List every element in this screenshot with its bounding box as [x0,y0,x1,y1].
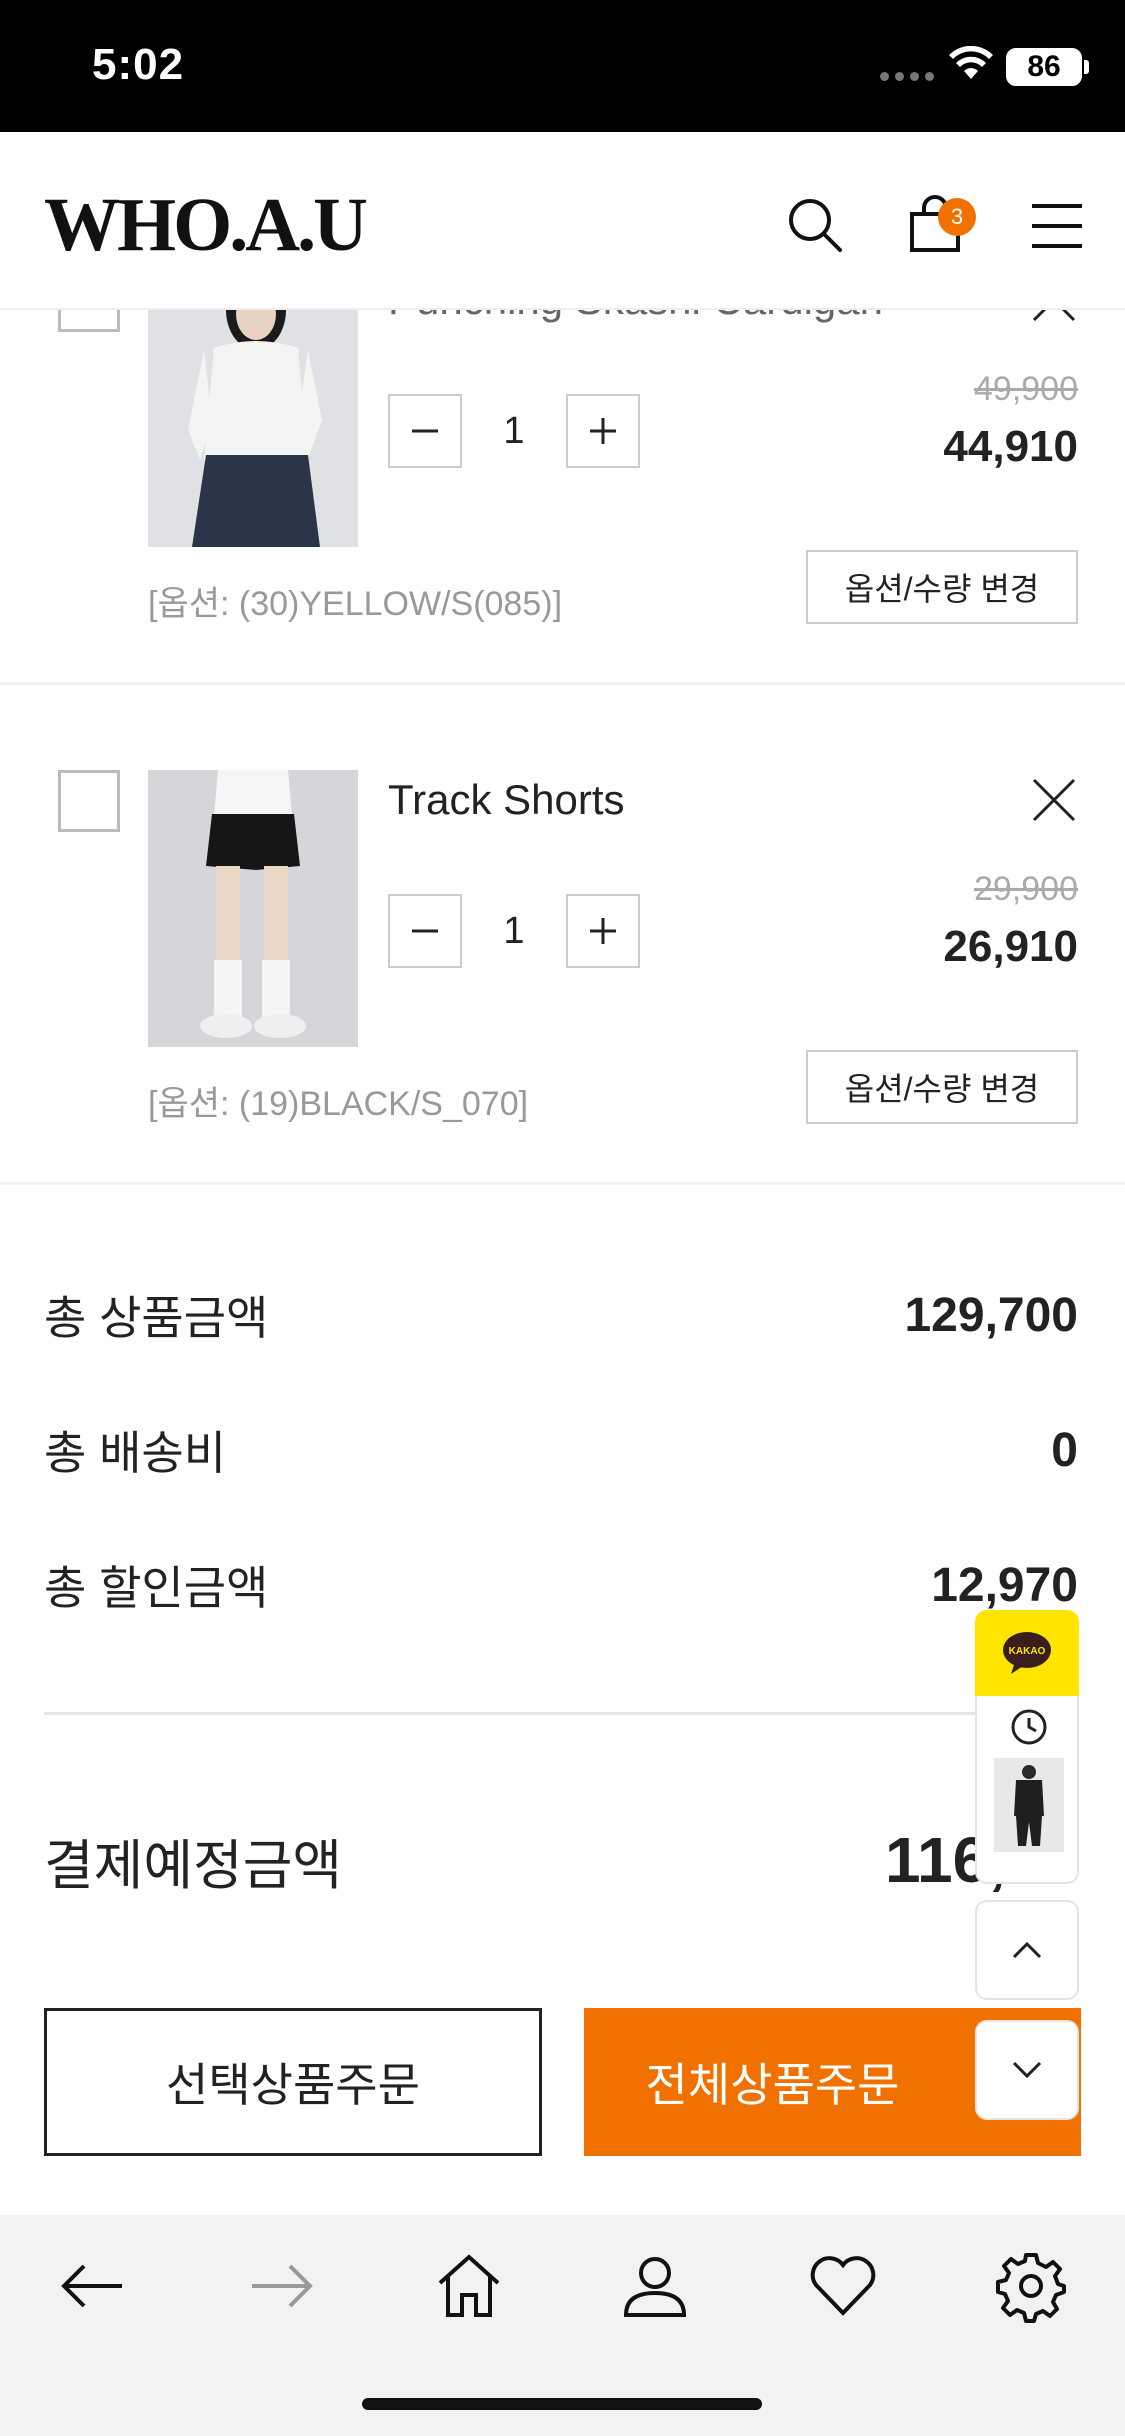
forward-arrow-icon[interactable] [244,2249,318,2323]
recent-product-thumbnail[interactable] [994,1758,1064,1852]
remove-item-icon[interactable] [1030,776,1078,824]
cellular-signal-icon [880,72,934,81]
home-icon[interactable] [432,2249,506,2323]
decrease-quantity-button[interactable] [388,394,462,468]
minus-icon [412,929,438,933]
chevron-up-icon [1012,1941,1042,1959]
heart-icon[interactable] [806,2249,880,2323]
discount-value: 12,970 [931,1558,1078,1612]
quantity-value: 1 [503,909,525,952]
product-thumbnail[interactable] [148,270,358,547]
product-option: [옵션: (19)BLACK/S_070] [148,1085,529,1123]
kakao-label: KAKAO [1009,1646,1046,1657]
quantity-stepper: 1 [388,394,640,468]
scroll-to-bottom-button[interactable] [975,2020,1079,2120]
shipping-value: 0 [1051,1423,1078,1477]
order-selected-button[interactable]: 선택상품주문 [44,2008,542,2156]
cart-count-badge: 3 [938,198,976,236]
back-arrow-icon[interactable] [56,2249,130,2323]
original-price: 29,900 [974,870,1078,908]
kakao-chat-button[interactable]: KAKAO [975,1610,1079,1696]
increase-quantity-button[interactable] [566,394,640,468]
clock-icon [1011,1709,1047,1745]
status-time: 5:02 [92,40,185,89]
decrease-quantity-button[interactable] [388,894,462,968]
change-option-button[interactable]: 옵션/수량 변경 [806,550,1078,624]
sale-price: 44,910 [943,422,1078,471]
original-price: 49,900 [974,370,1078,408]
payment-label: 결제예정금액 [44,1835,343,1896]
quantity-stepper: 1 [388,894,640,968]
change-option-button[interactable]: 옵션/수량 변경 [806,1050,1078,1124]
recently-viewed-panel[interactable] [975,1696,1079,1884]
hamburger-menu-icon[interactable] [1018,190,1088,260]
wifi-icon [949,46,993,79]
battery-tip [1084,60,1089,74]
quantity-value: 1 [503,409,525,452]
total-product-value: 129,700 [904,1288,1078,1342]
discount-amount-row: 총 할인금액 12,970 [44,1550,1078,1620]
total-product-label: 총 상품금액 [44,1292,269,1344]
brand-logo[interactable]: WHO.A.U [44,182,368,269]
plus-icon [590,918,616,944]
battery-icon: 86 [1006,48,1082,86]
shipping-label: 총 배송비 [44,1427,227,1479]
shipping-fee-row: 총 배송비 0 [44,1415,1078,1485]
chevron-down-icon [1012,2061,1042,2079]
scroll-to-top-button[interactable] [975,1900,1079,2000]
payment-amount-row: 결제예정금액 116, [44,1815,1078,1905]
cart-item: Track Shorts 1 29,900 26,910 [옵션: (19)BL… [0,690,1125,1185]
summary-divider [44,1712,1078,1715]
discount-label: 총 할인금액 [44,1562,269,1614]
item-select-checkbox[interactable] [58,770,120,832]
plus-icon [590,418,616,444]
kakao-talk-icon: KAKAO [1003,1632,1051,1674]
total-product-amount-row: 총 상품금액 129,700 [44,1280,1078,1350]
product-option: [옵션: (30)YELLOW/S(085)] [148,585,563,623]
site-header: WHO.A.U 3 [0,132,1125,310]
product-name[interactable]: Track Shorts [388,776,625,824]
search-icon[interactable] [780,190,850,260]
minus-icon [412,429,438,433]
home-indicator [362,2398,762,2410]
increase-quantity-button[interactable] [566,894,640,968]
product-thumbnail[interactable] [148,770,358,1047]
settings-gear-icon[interactable] [994,2249,1068,2323]
sale-price: 26,910 [943,922,1078,971]
profile-icon[interactable] [618,2249,692,2323]
status-bar: 5:02 86 [0,0,1125,132]
